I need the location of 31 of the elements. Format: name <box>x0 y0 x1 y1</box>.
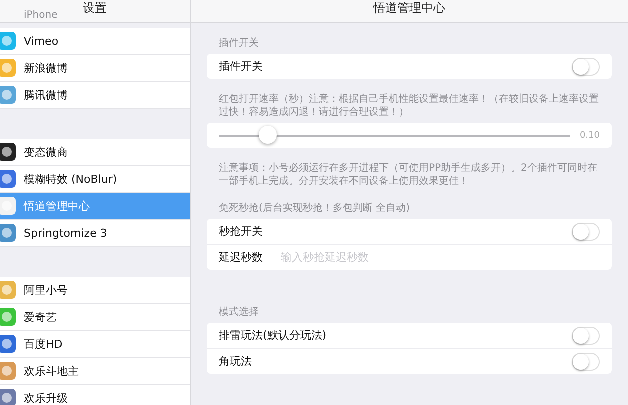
section-header: 免死秒抢(后台实现秒抢！多包判断 全自动) <box>218 202 411 216</box>
app-icon <box>0 308 16 326</box>
app-icon <box>0 32 16 50</box>
row-label: 插件开关 <box>219 59 264 74</box>
app-icon <box>0 389 16 405</box>
toggle-switch[interactable] <box>572 352 600 370</box>
app-icon <box>0 143 16 161</box>
delay-input-field[interactable]: 输入秒抢延迟秒数 <box>279 250 600 265</box>
sidebar-title: 设置 <box>83 0 107 17</box>
page-title: 悟道管理中心 <box>374 0 446 17</box>
toggle-switch[interactable] <box>572 58 600 76</box>
toggle-switch[interactable] <box>572 326 600 344</box>
slider-thumb[interactable] <box>259 126 278 144</box>
app-icon <box>0 86 16 104</box>
app-icon <box>0 281 16 299</box>
app-icon <box>0 170 16 188</box>
section-note: 注意事项：小号必须运行在多开进程下（可使用PP助手生成多开）。2个插件可同时在一部手机上完成。分开安装在不同设备上使用效果更佳！ <box>218 162 598 188</box>
app-icon <box>0 197 16 215</box>
row-label: 排雷玩法(默认分玩法) <box>219 328 328 343</box>
section-header: 模式选择 <box>218 306 260 320</box>
field-label: 延迟秒数 <box>219 250 264 265</box>
section-header: 插件开关 <box>218 36 260 51</box>
slider-value: 0.10 <box>580 130 600 140</box>
app-icon <box>0 59 16 77</box>
app-icon <box>0 224 16 242</box>
section-header: 红包打开速率（秒）注意：根据自己手机性能设置最佳速率！（在较旧设备上速率设置过快！容易造成闪退！请进行合理设置！） <box>218 92 600 120</box>
app-icon <box>0 362 16 380</box>
toggle-switch[interactable] <box>572 222 600 240</box>
row-label: 秒抢开关 <box>219 224 264 239</box>
app-icon <box>0 335 16 353</box>
row-label: 角玩法 <box>219 354 253 369</box>
